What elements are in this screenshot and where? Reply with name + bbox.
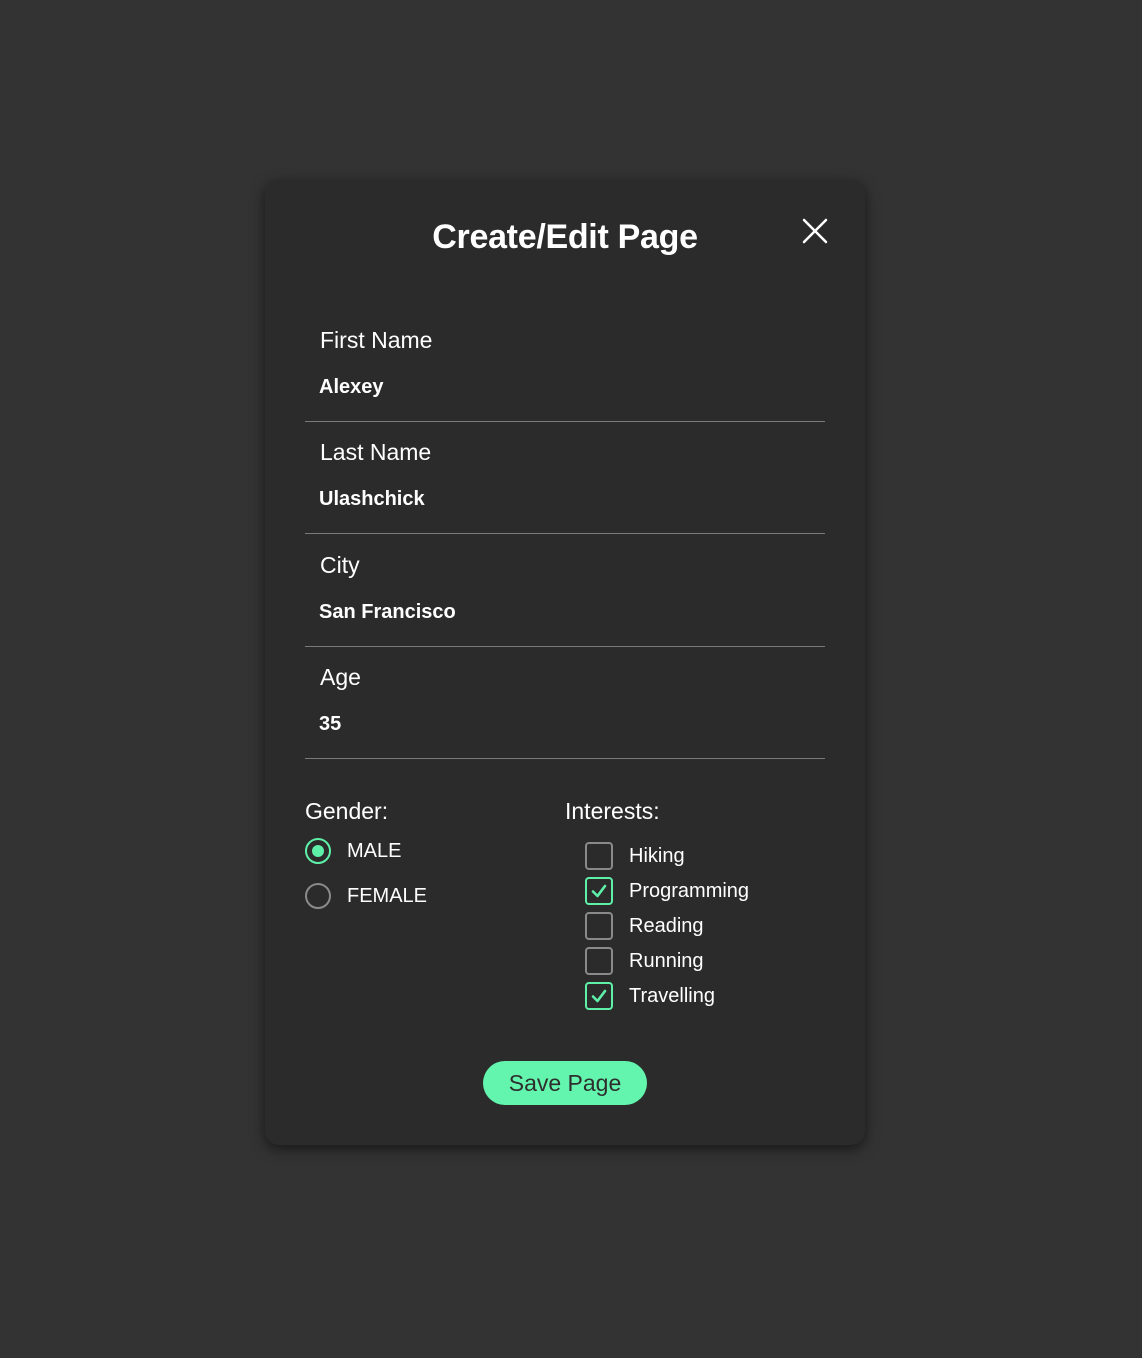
- city-field: City: [305, 535, 825, 647]
- city-label: City: [320, 552, 360, 578]
- gender-option-label: FEMALE: [347, 884, 428, 907]
- city-input[interactable]: [319, 597, 809, 627]
- gender-option-male[interactable]: MALE: [305, 835, 401, 867]
- interest-label: Reading: [629, 914, 704, 937]
- close-button[interactable]: [800, 216, 830, 246]
- interest-label: Running: [629, 949, 704, 972]
- interest-label: Hiking: [629, 844, 685, 867]
- radio-button-selected[interactable]: [305, 838, 331, 864]
- last-name-label: Last Name: [320, 439, 432, 465]
- age-input[interactable]: [319, 709, 809, 739]
- checkbox[interactable]: [585, 842, 613, 870]
- interest-label: Travelling: [629, 984, 715, 1007]
- create-edit-dialog: Create/Edit Page First Name Last Name Ci…: [265, 180, 865, 1145]
- age-label: Age: [320, 664, 361, 690]
- interest-programming[interactable]: Programming: [585, 875, 749, 907]
- radio-button[interactable]: [305, 883, 331, 909]
- interest-reading[interactable]: Reading: [585, 910, 704, 942]
- interest-running[interactable]: Running: [585, 945, 704, 977]
- gender-option-label: MALE: [347, 839, 402, 862]
- close-icon: [802, 218, 828, 244]
- first-name-field: First Name: [305, 310, 825, 422]
- checkbox-checked[interactable]: [585, 982, 613, 1010]
- checkmark-icon: [591, 884, 607, 898]
- age-field: Age: [305, 647, 825, 759]
- interest-hiking[interactable]: Hiking: [585, 840, 685, 872]
- checkbox[interactable]: [585, 912, 613, 940]
- gender-option-female[interactable]: FEMALE: [305, 880, 427, 912]
- last-name-input[interactable]: [319, 484, 809, 514]
- dialog-title: Create/Edit Page: [432, 218, 698, 256]
- last-name-field: Last Name: [305, 422, 825, 534]
- first-name-label: First Name: [320, 327, 433, 353]
- save-page-button[interactable]: Save Page: [483, 1061, 647, 1105]
- interest-label: Programming: [629, 879, 750, 902]
- checkbox[interactable]: [585, 947, 613, 975]
- checkmark-icon: [591, 989, 607, 1003]
- gender-label: Gender:: [305, 798, 389, 824]
- interests-label: Interests:: [565, 798, 660, 824]
- checkbox-checked[interactable]: [585, 877, 613, 905]
- interest-travelling[interactable]: Travelling: [585, 980, 715, 1012]
- first-name-input[interactable]: [319, 372, 809, 402]
